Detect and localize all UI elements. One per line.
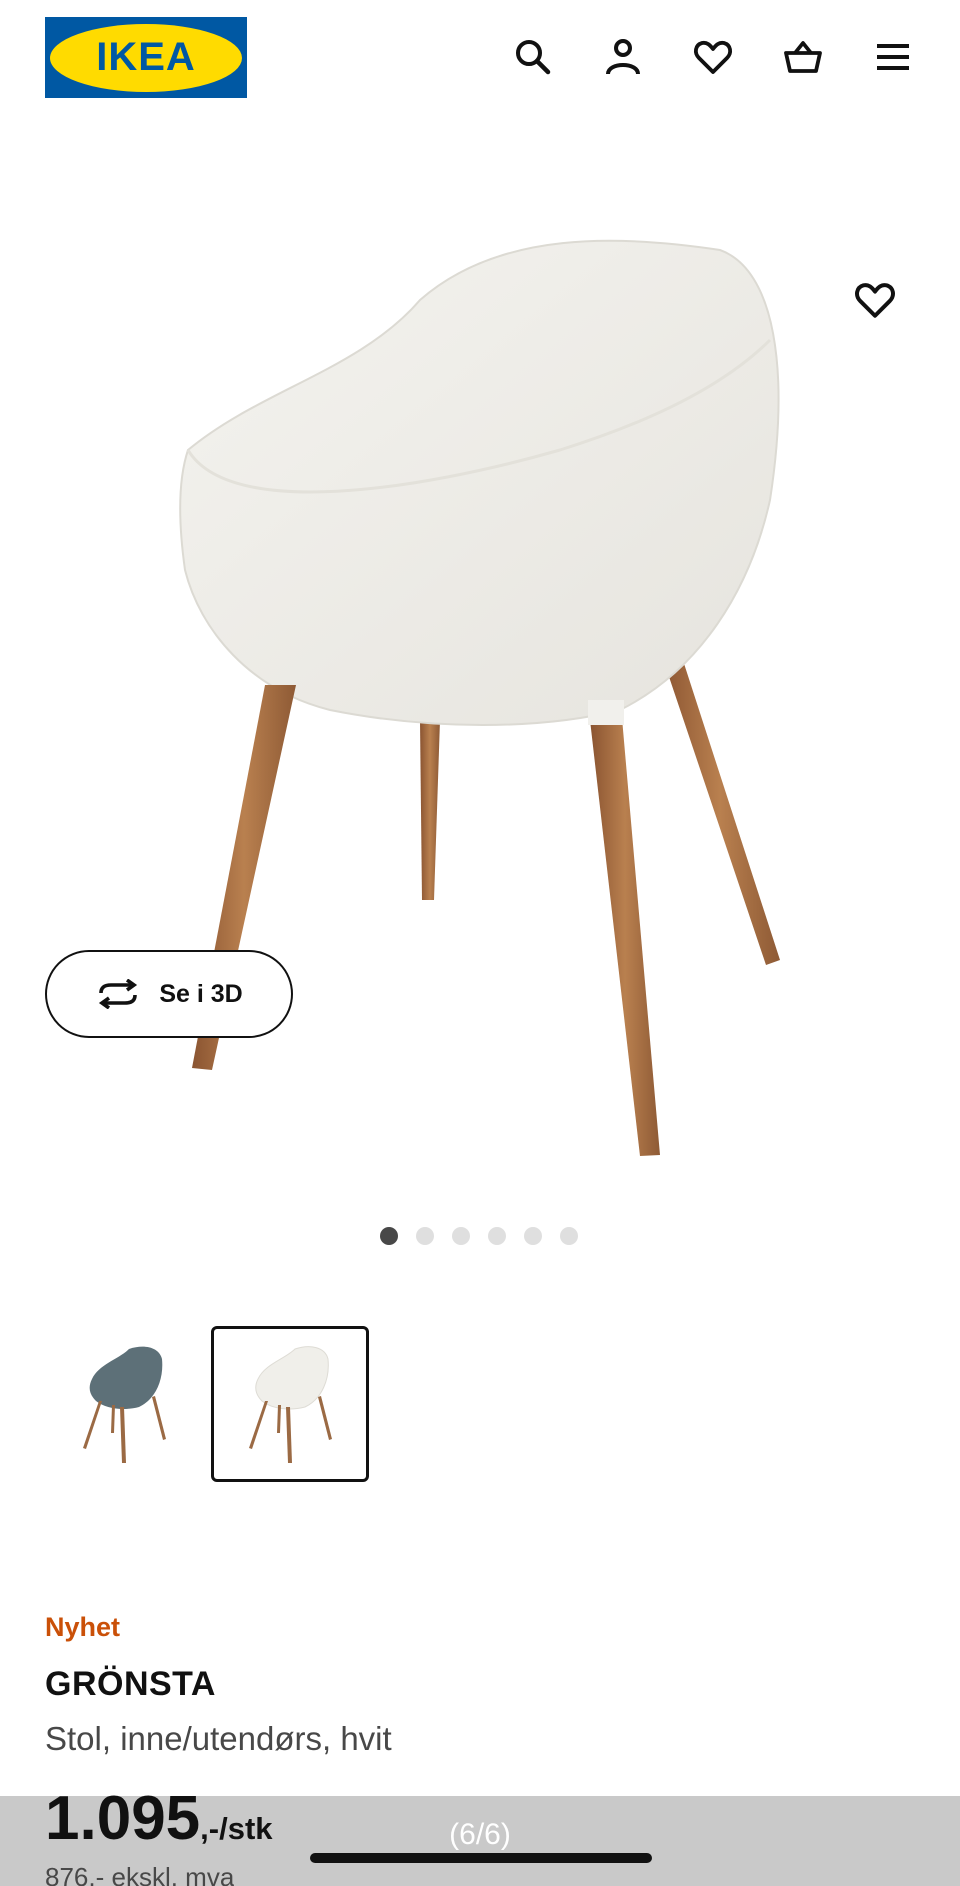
variant-thumbnail-blue[interactable] — [45, 1326, 203, 1482]
chair-thumbnail-image — [249, 1346, 332, 1463]
wishlist-icon[interactable] — [688, 32, 738, 82]
carousel-dot[interactable] — [488, 1227, 506, 1245]
view-in-3d-label: Se i 3D — [159, 979, 243, 1008]
view-in-3d-button[interactable]: Se i 3D — [45, 950, 293, 1038]
image-counter: (6/6) — [449, 1818, 511, 1851]
account-icon[interactable] — [598, 32, 648, 82]
variant-thumbnail-white[interactable] — [211, 1326, 369, 1482]
basket-icon[interactable] — [778, 32, 828, 82]
product-description: Stol, inne/utendørs, hvit — [45, 1720, 392, 1757]
carousel-dot[interactable] — [452, 1227, 470, 1245]
menu-icon[interactable] — [868, 32, 918, 82]
home-indicator[interactable] — [310, 1853, 652, 1863]
product-image-gallery[interactable] — [0, 190, 960, 1190]
carousel-dot[interactable] — [416, 1227, 434, 1245]
logo-text: IKEA — [96, 35, 196, 79]
carousel-dot[interactable] — [560, 1227, 578, 1245]
variant-thumbnails — [45, 1326, 369, 1482]
search-icon[interactable] — [508, 32, 558, 82]
carousel-dot[interactable] — [380, 1227, 398, 1245]
rotate-3d-icon — [99, 979, 138, 1009]
carousel-dots — [380, 1227, 578, 1245]
site-header: IKEA — [0, 0, 960, 115]
product-image — [179, 239, 780, 1156]
price-ex-vat: 876,- ekskl. mva — [45, 1862, 235, 1886]
logo-oval: IKEA — [50, 23, 242, 92]
product-name: GRÖNSTA — [45, 1665, 216, 1703]
ikea-logo[interactable]: IKEA — [45, 17, 247, 98]
new-badge: Nyhet — [45, 1612, 121, 1642]
carousel-dot[interactable] — [524, 1227, 542, 1245]
add-to-wishlist-icon[interactable] — [850, 275, 900, 325]
chair-thumbnail-image — [83, 1346, 166, 1463]
